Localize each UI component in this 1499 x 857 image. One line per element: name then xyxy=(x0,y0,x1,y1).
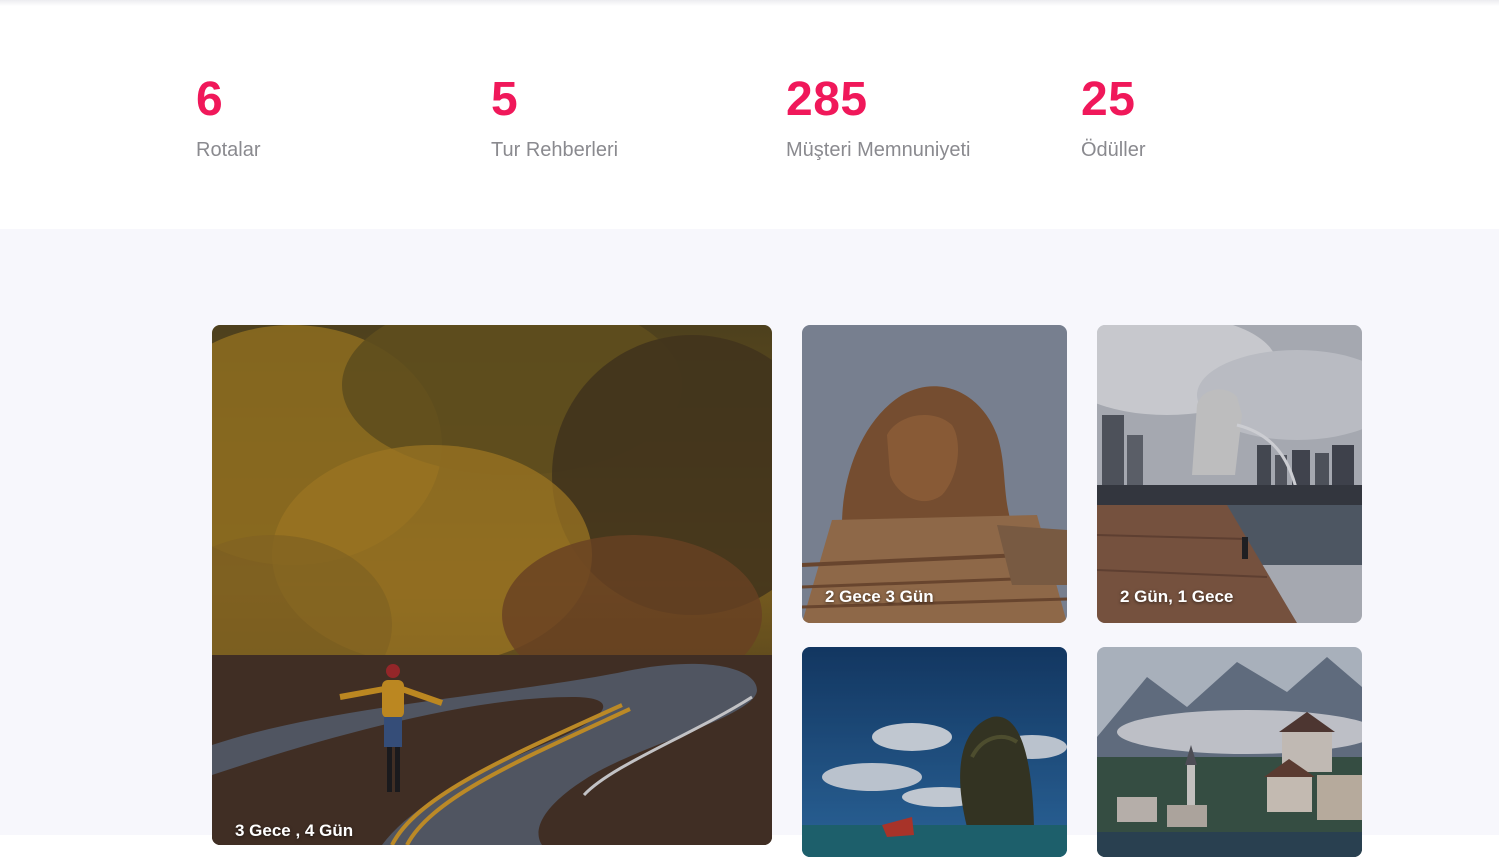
image-overlay xyxy=(802,325,1067,623)
stat-awards: 25 Ödüller xyxy=(1081,74,1341,162)
stat-label: Rotalar xyxy=(196,139,261,161)
image-overlay xyxy=(1097,647,1362,857)
stat-value: 285 xyxy=(786,73,868,126)
stat-label: Müşteri Memnuniyeti xyxy=(786,139,971,161)
stat-label: Tur Rehberleri xyxy=(491,139,619,161)
tour-gallery: 3 Gece , 4 Gün 2 Gece 3 Gün 2 Gün, 1 Gec… xyxy=(0,229,1499,857)
stat-value: 6 xyxy=(196,73,224,126)
stat-value: 5 xyxy=(491,73,519,126)
tour-duration-label: 3 Gece , 4 Gün xyxy=(235,821,354,840)
stat-value: 25 xyxy=(1081,73,1136,126)
stat-label: Ödüller xyxy=(1081,139,1146,161)
tour-duration-label: 2 Gün, 1 Gece xyxy=(1120,587,1234,606)
stat-tour-guides: 5 Tur Rehberleri xyxy=(491,74,751,162)
tour-duration-label: 2 Gece 3 Gün xyxy=(825,587,934,606)
stats-section: 6 Rotalar 5 Tur Rehberleri 285 Müşteri M… xyxy=(0,6,1499,229)
image-overlay xyxy=(212,325,772,845)
stat-customer-satisfaction: 285 Müşteri Memnuniyeti xyxy=(786,74,1046,162)
tour-card-mountain-village[interactable] xyxy=(1097,647,1362,857)
stat-routes: 6 Rotalar xyxy=(196,74,456,162)
tour-card-autumn-road[interactable]: 3 Gece , 4 Gün xyxy=(212,325,772,845)
tour-card-rock-island[interactable] xyxy=(802,647,1067,857)
image-overlay xyxy=(1097,325,1362,623)
tour-card-merlion[interactable]: 2 Gün, 1 Gece xyxy=(1097,325,1362,623)
image-overlay xyxy=(802,647,1067,857)
tour-card-sphinx[interactable]: 2 Gece 3 Gün xyxy=(802,325,1067,623)
